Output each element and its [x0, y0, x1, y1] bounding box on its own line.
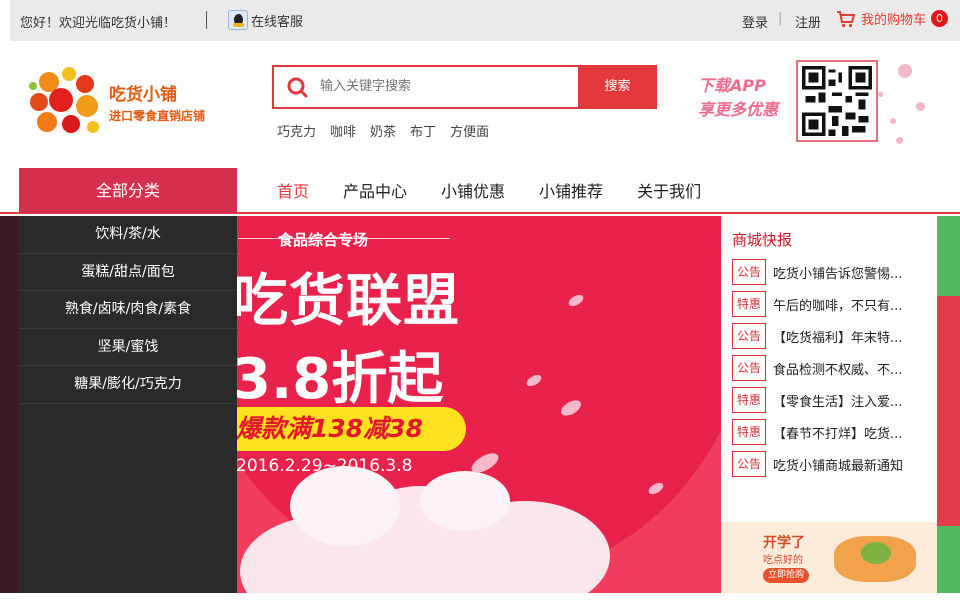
news-text[interactable]: 午后的咖啡，不只有...: [773, 295, 932, 314]
welcome-text: 您好！欢迎光临吃货小铺！: [20, 16, 177, 31]
category-menu: 饮料/茶/水 蛋糕/甜点/面包 熟食/卤味/肉食/素食 坚果/蜜饯 糖果/膨化/…: [19, 216, 237, 593]
news-tag: 公告: [732, 323, 766, 349]
news-text[interactable]: 【零食生活】注入爱...: [773, 391, 932, 410]
hot-keyword[interactable]: 布丁: [410, 121, 436, 140]
promo-ad[interactable]: 开学了 吃点好的 立即抢购: [721, 522, 937, 593]
cart-label: 我的购物车: [861, 13, 927, 28]
news-item[interactable]: 特惠 午后的咖啡，不只有...: [732, 291, 932, 317]
news-item[interactable]: 公告 吃货小铺告诉您警惕...: [732, 259, 932, 285]
category-item[interactable]: 蛋糕/甜点/面包: [19, 254, 237, 291]
hot-keyword[interactable]: 咖啡: [330, 121, 356, 140]
news-tag: 公告: [732, 259, 766, 285]
shopping-cart-icon: [836, 10, 856, 28]
news-tag: 特惠: [732, 419, 766, 445]
nav-item-deals[interactable]: 小铺优惠: [424, 168, 522, 216]
cart-count-badge: 0: [931, 10, 949, 27]
news-tag: 特惠: [732, 387, 766, 413]
news-text[interactable]: 吃货小铺商城最新通知: [773, 455, 932, 474]
main-nav: 全部分类 首页 产品中心 小铺优惠 小铺推荐 关于我们: [0, 168, 960, 214]
food-image: [861, 542, 891, 564]
nav-item-recommend[interactable]: 小铺推荐: [522, 168, 620, 216]
app-benefit-line: 享更多优惠: [698, 100, 779, 119]
news-item[interactable]: 公告 食品检测不权威、不...: [732, 355, 932, 381]
news-item[interactable]: 特惠 【零食生活】注入爱...: [732, 387, 932, 413]
category-item[interactable]: 饮料/茶/水: [19, 216, 237, 254]
cart-link[interactable]: 我的购物车 0: [836, 9, 949, 28]
news-item[interactable]: 特惠 【春节不打烊】吃货...: [732, 419, 932, 445]
app-download-promo: 下载APP 享更多优惠: [698, 74, 778, 122]
search-button[interactable]: 搜索: [578, 65, 657, 109]
logo-slogan: 进口零食直销店铺: [109, 109, 206, 123]
search-input[interactable]: [320, 67, 578, 107]
banner-heading: 食品综合专场: [278, 231, 369, 249]
news-item[interactable]: 公告 【吃货福利】年末特...: [732, 323, 932, 349]
news-panel: 商城快报 公告 吃货小铺告诉您警惕... 特惠 午后的咖啡，不只有... 公告 …: [721, 216, 937, 522]
news-title: 商城快报: [732, 231, 793, 249]
search-box: 搜索: [272, 65, 657, 109]
category-item[interactable]: 熟食/卤味/肉食/素食: [19, 291, 237, 329]
hot-keyword[interactable]: 奶茶: [370, 121, 396, 140]
ad-title: 开学了: [763, 535, 805, 551]
divider: |: [778, 11, 783, 26]
banner-discount: 3.8折起: [232, 347, 444, 412]
nav-item-products[interactable]: 产品中心: [326, 168, 424, 216]
search-icon: [274, 67, 320, 107]
hot-keyword[interactable]: 巧克力: [277, 121, 316, 140]
nav-item-about[interactable]: 关于我们: [620, 168, 718, 216]
hot-keyword[interactable]: 方便面: [450, 121, 489, 140]
category-item[interactable]: 坚果/蜜饯: [19, 329, 237, 366]
qq-icon: [228, 10, 248, 30]
banner-edge-image: [0, 216, 20, 593]
top-bar: 您好！欢迎光临吃货小铺！ 在线客服 登录 | 注册 我的购物车 0: [10, 0, 960, 41]
hot-keywords: 巧克力 咖啡 奶茶 布丁 方便面: [277, 121, 489, 140]
register-link[interactable]: 注册: [795, 12, 821, 31]
news-text[interactable]: 【春节不打烊】吃货...: [773, 423, 932, 442]
app-download-line: 下载APP: [698, 76, 766, 95]
online-service-label: 在线客服: [251, 14, 304, 30]
banner-edge-image: [937, 216, 960, 593]
category-item[interactable]: 糖果/膨化/巧克力: [19, 366, 237, 404]
nav-items: 首页 产品中心 小铺优惠 小铺推荐 关于我们: [260, 168, 718, 216]
qr-code: [796, 60, 878, 142]
online-service-link[interactable]: 在线客服: [228, 10, 303, 30]
news-tag: 公告: [732, 355, 766, 381]
nav-item-home[interactable]: 首页: [260, 168, 326, 216]
divider: [206, 11, 207, 29]
logo-icon[interactable]: [27, 64, 102, 138]
login-link[interactable]: 登录: [742, 12, 768, 31]
news-text[interactable]: 食品检测不权威、不...: [773, 359, 932, 378]
news-text[interactable]: 【吃货福利】年末特...: [773, 327, 932, 346]
ad-subtitle: 吃点好的: [763, 555, 803, 566]
all-categories-button[interactable]: 全部分类: [19, 168, 237, 214]
ad-buy-button[interactable]: 立即抢购: [763, 568, 809, 583]
news-tag: 公告: [732, 451, 766, 477]
news-text[interactable]: 吃货小铺告诉您警惕...: [773, 263, 932, 282]
logo-name: 吃货小铺: [109, 85, 177, 105]
banner-headline: 吃货联盟: [232, 269, 460, 334]
news-item[interactable]: 公告 吃货小铺商城最新通知: [732, 451, 932, 477]
banner-promo: 爆款满138减38: [230, 407, 466, 451]
news-tag: 特惠: [732, 291, 766, 317]
